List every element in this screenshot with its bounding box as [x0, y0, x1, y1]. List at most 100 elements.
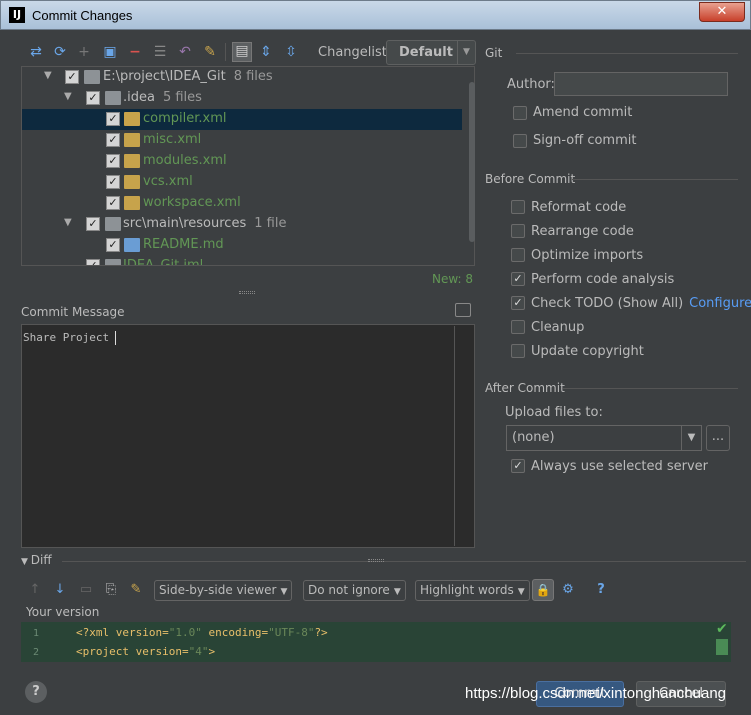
author-input[interactable]: [554, 72, 728, 96]
optimize-imports-label: Optimize imports: [531, 248, 644, 263]
tree-row-label: compiler.xml: [143, 111, 227, 126]
upload-files-label: Upload files to:: [505, 405, 603, 420]
close-button[interactable]: ✕: [699, 2, 745, 22]
gear-icon[interactable]: ⚙: [560, 582, 576, 598]
splitter-handle[interactable]: [239, 291, 255, 294]
xml-file-icon: [124, 133, 140, 147]
diff-editor[interactable]: 1 2 <?xml version="1.0" encoding="UTF-8"…: [21, 622, 731, 662]
line-number: 2: [33, 647, 40, 658]
code-analysis-checkbox[interactable]: ✓: [511, 272, 525, 286]
tree-row[interactable]: ✓ README.md: [22, 235, 462, 256]
cleanup-checkbox[interactable]: [511, 320, 525, 334]
rearrange-code-checkbox[interactable]: [511, 224, 525, 238]
divider: [62, 561, 746, 562]
highlight-value: Highlight words: [420, 583, 514, 597]
folder-icon: [84, 70, 100, 84]
diff-section-title: Diff: [30, 553, 52, 567]
checkbox-checked-icon[interactable]: ✓: [106, 112, 120, 126]
changelist-value: Default: [399, 45, 453, 60]
chevron-down-icon[interactable]: ▼: [64, 91, 76, 102]
checkbox-checked-icon[interactable]: ✓: [65, 70, 79, 84]
text-caret: [115, 331, 117, 345]
expand-all-icon[interactable]: ⇕: [258, 44, 274, 60]
divider: [563, 388, 738, 389]
tree-row[interactable]: ✓ IDEA_Git.iml: [22, 256, 462, 265]
changes-tree[interactable]: ▼ ✓ E:\project\IDEA_Git 8 files ▼ ✓ .idea…: [21, 66, 475, 266]
check-todo-checkbox[interactable]: ✓: [511, 296, 525, 310]
tree-scrollbar[interactable]: [469, 82, 475, 242]
checkbox-checked-icon[interactable]: ✓: [106, 154, 120, 168]
ignore-whitespace-dropdown[interactable]: Do not ignore ▼: [303, 580, 406, 601]
configure-link[interactable]: Configure: [689, 296, 751, 311]
amend-commit-label: Amend commit: [533, 105, 633, 120]
chevron-down-icon[interactable]: ▼: [44, 70, 56, 81]
before-commit-title: Before Commit: [485, 172, 576, 186]
checkbox-checked-icon[interactable]: ✓: [106, 175, 120, 189]
checkbox-checked-icon[interactable]: ✓: [106, 238, 120, 252]
message-history-icon[interactable]: [455, 303, 471, 317]
edit-source-icon[interactable]: ✎: [128, 582, 144, 598]
commit-message-scrollbar[interactable]: [454, 326, 455, 546]
optimize-imports-checkbox[interactable]: [511, 248, 525, 262]
browse-servers-button[interactable]: ...: [706, 425, 730, 451]
upload-server-dropdown[interactable]: (none) ▼: [506, 425, 702, 451]
refresh-icon[interactable]: ⟳: [52, 44, 68, 60]
always-use-server-checkbox[interactable]: ✓: [511, 459, 525, 473]
commit-message-textarea[interactable]: Share Project: [21, 324, 475, 548]
checkbox-checked-icon[interactable]: ✓: [86, 217, 100, 231]
tree-row-label: vcs.xml: [143, 174, 193, 189]
tree-row[interactable]: ✓ vcs.xml: [22, 172, 462, 193]
sign-off-commit-checkbox[interactable]: [513, 134, 527, 148]
tree-row[interactable]: ▼ ✓ E:\project\IDEA_Git 8 files: [22, 67, 462, 88]
checkbox-checked-icon[interactable]: ✓: [86, 259, 100, 265]
rollback-icon[interactable]: ↶: [177, 44, 193, 60]
checkbox-checked-icon[interactable]: ✓: [86, 91, 100, 105]
changelist-dropdown[interactable]: Default ▼: [386, 40, 476, 65]
chevron-down-icon: ▼: [681, 426, 701, 450]
checkbox-checked-icon[interactable]: ✓: [106, 133, 120, 147]
checkbox-checked-icon[interactable]: ✓: [106, 196, 120, 210]
tree-row-selected[interactable]: ✓ compiler.xml: [22, 109, 462, 130]
tree-row-label: misc.xml: [143, 132, 202, 147]
help-button[interactable]: ?: [25, 681, 47, 703]
tree-row[interactable]: ▼ ✓ .idea 5 files: [22, 88, 462, 109]
viewer-mode-dropdown[interactable]: Side-by-side viewer ▼: [154, 580, 293, 601]
commit-message-label: Commit Message: [21, 305, 125, 319]
jump-to-source-icon[interactable]: ⎘: [103, 582, 119, 598]
tree-row[interactable]: ✓ workspace.xml: [22, 193, 462, 214]
collapse-all-icon[interactable]: ⇳: [283, 44, 299, 60]
diff-change-marker: [716, 639, 728, 655]
reformat-code-checkbox[interactable]: [511, 200, 525, 214]
move-to-changelist-icon[interactable]: ▣: [102, 44, 118, 60]
line-number: 1: [33, 628, 40, 639]
rearrange-code-label: Rearrange code: [531, 224, 634, 239]
amend-commit-checkbox[interactable]: [513, 106, 527, 120]
tree-row[interactable]: ✓ misc.xml: [22, 130, 462, 151]
diff-arrows-icon[interactable]: ⇄: [28, 44, 44, 60]
splitter-handle[interactable]: [368, 559, 384, 562]
collapse-diff-icon[interactable]: ▼: [21, 557, 31, 567]
tree-row[interactable]: ✓ modules.xml: [22, 151, 462, 172]
previous-difference-icon[interactable]: ↑: [27, 582, 43, 598]
chevron-down-icon[interactable]: ▼: [64, 217, 76, 228]
add-icon[interactable]: +: [76, 44, 92, 60]
edit-icon[interactable]: ✎: [202, 44, 218, 60]
highlight-dropdown[interactable]: Highlight words ▼: [415, 580, 530, 601]
tree-row[interactable]: ▼ ✓ src\main\resources 1 file: [22, 214, 462, 235]
chevron-down-icon: ▼: [517, 587, 525, 597]
remove-icon[interactable]: −: [127, 44, 143, 60]
xml-file-icon: [124, 175, 140, 189]
tree-row-count: 1 file: [254, 216, 287, 231]
update-copyright-checkbox[interactable]: [511, 344, 525, 358]
group-by-directory-icon[interactable]: ▤: [232, 42, 252, 62]
xml-file-icon: [124, 154, 140, 168]
compare-icon[interactable]: ▭: [78, 582, 94, 598]
lock-icon[interactable]: 🔒: [532, 579, 554, 601]
module-file-icon: [105, 259, 121, 265]
next-difference-icon[interactable]: ↓: [52, 582, 68, 598]
group-icon[interactable]: ☰: [152, 44, 168, 60]
chevron-down-icon: ▼: [393, 587, 401, 597]
viewer-mode-value: Side-by-side viewer: [159, 583, 277, 597]
help-icon[interactable]: ?: [593, 582, 609, 598]
chevron-down-icon: ▼: [280, 587, 288, 597]
